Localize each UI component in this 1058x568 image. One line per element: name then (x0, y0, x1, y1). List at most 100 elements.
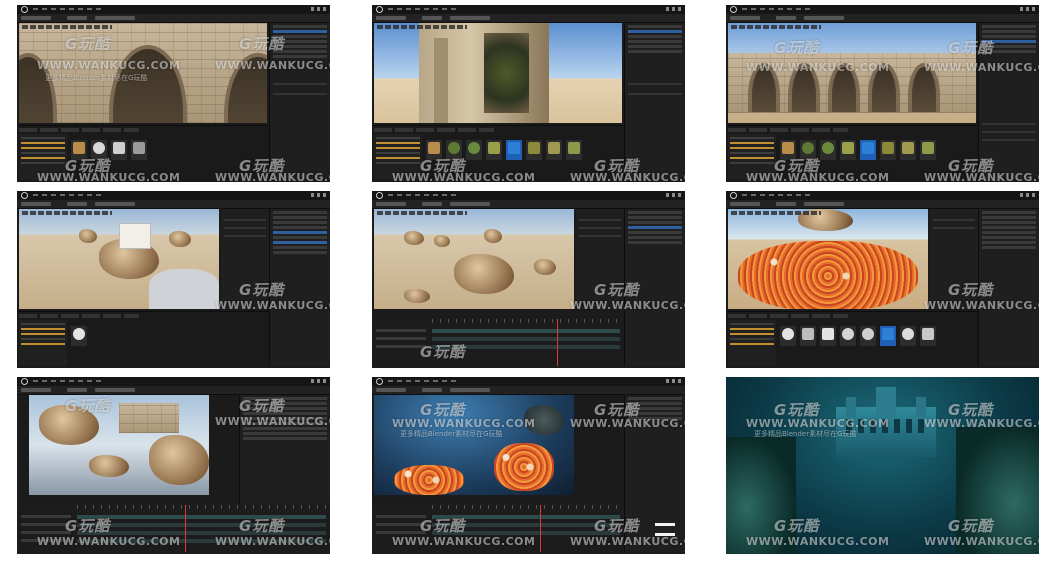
outliner-panel[interactable] (269, 23, 330, 180)
asset-thumbnail[interactable] (820, 140, 836, 160)
viewport-toolbar[interactable] (731, 25, 821, 29)
engine-logo-icon (730, 192, 737, 199)
content-browser[interactable] (17, 125, 269, 182)
folder-tree[interactable] (728, 320, 776, 366)
content-browser[interactable] (726, 125, 978, 182)
asset-thumbnail[interactable] (860, 326, 876, 346)
playhead[interactable] (185, 505, 186, 552)
viewport[interactable] (374, 23, 622, 123)
timeline-ruler[interactable] (432, 319, 620, 323)
menu-bar[interactable] (372, 5, 685, 14)
toolbar[interactable] (17, 200, 330, 209)
folder-tree[interactable] (728, 134, 776, 180)
menu-bar[interactable] (372, 377, 685, 386)
sunken-castle (836, 387, 936, 457)
viewport[interactable] (728, 209, 928, 309)
outliner-panel[interactable] (624, 23, 685, 180)
asset-thumbnail[interactable] (426, 140, 442, 160)
content-browser[interactable] (17, 311, 269, 368)
sequencer[interactable] (372, 503, 624, 554)
asset-thumbnail[interactable] (71, 326, 87, 346)
window-controls[interactable] (666, 193, 682, 197)
menu-bar[interactable] (17, 191, 330, 200)
menu-bar[interactable] (372, 191, 685, 200)
content-browser[interactable] (372, 125, 624, 182)
timeline-ruler[interactable] (432, 505, 620, 509)
viewport[interactable] (19, 23, 267, 123)
asset-thumbnail[interactable] (566, 140, 582, 160)
asset-thumbnail[interactable] (840, 140, 856, 160)
asset-thumbnail[interactable] (446, 140, 462, 160)
viewport-toolbar[interactable] (22, 25, 112, 29)
sequencer[interactable] (372, 317, 624, 368)
menu-bar[interactable] (17, 5, 330, 14)
asset-thumbnail[interactable] (546, 140, 562, 160)
menu-bar[interactable] (726, 5, 1039, 14)
playhead[interactable] (540, 505, 541, 552)
asset-thumbnail[interactable] (920, 140, 936, 160)
details-panel[interactable] (930, 209, 978, 309)
viewport[interactable] (728, 23, 976, 123)
asset-thumbnail[interactable] (780, 140, 796, 160)
toolbar[interactable] (17, 14, 330, 23)
asset-thumbnail[interactable] (800, 326, 816, 346)
viewport-toolbar[interactable] (377, 25, 467, 29)
asset-thumbnail[interactable] (486, 140, 502, 160)
viewport[interactable] (374, 395, 574, 495)
details-panel[interactable] (221, 209, 269, 309)
viewport[interactable] (19, 209, 219, 309)
folder-tree[interactable] (374, 134, 422, 180)
viewport-toolbar[interactable] (377, 211, 467, 215)
toolbar[interactable] (372, 14, 685, 23)
outliner-panel[interactable] (624, 395, 685, 552)
folder-tree[interactable] (19, 320, 67, 366)
window-controls[interactable] (666, 379, 682, 383)
outliner-panel[interactable] (624, 209, 685, 366)
toolbar[interactable] (726, 14, 1039, 23)
menu-bar[interactable] (17, 377, 330, 386)
engine-logo-icon (21, 378, 28, 385)
outliner-panel[interactable] (269, 209, 330, 366)
viewport-toolbar[interactable] (22, 211, 112, 215)
asset-thumbnail[interactable] (880, 140, 896, 160)
asset-thumbnail[interactable] (71, 140, 87, 160)
asset-thumbnail[interactable] (800, 140, 816, 160)
asset-thumbnail-selected[interactable] (860, 140, 876, 160)
toolbar[interactable] (372, 200, 685, 209)
asset-thumbnail[interactable] (91, 140, 107, 160)
timeline-ruler[interactable] (77, 505, 326, 509)
window-controls[interactable] (311, 379, 327, 383)
menu-bar[interactable] (726, 191, 1039, 200)
toolbar[interactable] (726, 200, 1039, 209)
asset-thumbnail[interactable] (900, 140, 916, 160)
asset-thumbnail[interactable] (131, 140, 147, 160)
window-controls[interactable] (311, 193, 327, 197)
asset-thumbnail[interactable] (820, 326, 836, 346)
content-browser[interactable] (726, 311, 978, 368)
asset-thumbnail-selected[interactable] (880, 326, 896, 346)
asset-thumbnail[interactable] (466, 140, 482, 160)
viewport[interactable] (374, 209, 574, 309)
outliner-panel[interactable] (978, 23, 1039, 180)
window-controls[interactable] (666, 7, 682, 11)
asset-thumbnail[interactable] (526, 140, 542, 160)
window-controls[interactable] (311, 7, 327, 11)
toolbar[interactable] (372, 386, 685, 395)
asset-thumbnail[interactable] (920, 326, 936, 346)
window-controls[interactable] (1020, 7, 1036, 11)
window-controls[interactable] (1020, 193, 1036, 197)
details-panel[interactable] (576, 209, 624, 309)
asset-thumbnail[interactable] (780, 326, 796, 346)
outliner-panel[interactable] (978, 209, 1039, 366)
asset-thumbnail-selected[interactable] (506, 140, 522, 160)
sequencer[interactable] (17, 503, 330, 554)
asset-thumbnail[interactable] (111, 140, 127, 160)
engine-logo-icon (730, 6, 737, 13)
toolbar[interactable] (17, 386, 330, 395)
viewport[interactable] (29, 395, 209, 495)
asset-thumbnail[interactable] (900, 326, 916, 346)
asset-thumbnail[interactable] (840, 326, 856, 346)
viewport-toolbar[interactable] (731, 211, 821, 215)
folder-tree[interactable] (19, 134, 67, 180)
playhead[interactable] (557, 319, 558, 366)
